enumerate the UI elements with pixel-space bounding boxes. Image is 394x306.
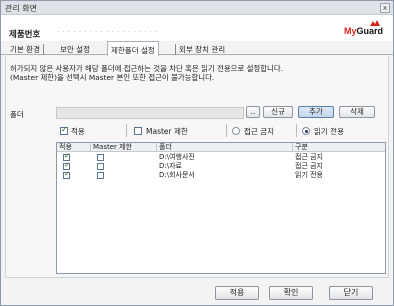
description-line-2: (Master 제한)을 선택시 Master 본인 또한 접근이 불가능합니다…	[10, 73, 215, 82]
ok-button[interactable]: 확인	[269, 286, 313, 300]
browse-button[interactable]: ..	[246, 106, 260, 118]
folder-row: 폴더 .. 신규 추가 삭제	[6, 106, 390, 120]
tab-bar: 기본 환경 보안 설정 제한폴더 설정 외부 장치 관리	[1, 41, 393, 56]
tab-basic-settings[interactable]: 기본 환경	[7, 44, 44, 55]
read-only-label: 읽기 전용	[314, 127, 344, 136]
row-folder-path: D:\여행사진	[159, 153, 195, 161]
delete-button[interactable]: 삭제	[339, 106, 375, 118]
options-row: 적용 Master 제한 접근 금지 읽기 전용	[56, 124, 386, 137]
column-header-folder[interactable]: 폴더	[157, 143, 293, 152]
row-folder-path: D:\자료	[159, 162, 182, 170]
table-row[interactable]: D:\회사문서 읽기 전용	[57, 170, 385, 180]
serial-number-label: 제품번호	[9, 30, 41, 40]
logo-suffix: Guard	[356, 26, 383, 36]
row-master-checkbox[interactable]	[97, 154, 104, 161]
description: 허가되지 않은 사용자가 해당 폴더에 접근하는 것을 차단 혹은 읽기 전용으…	[10, 64, 386, 82]
row-master-checkbox[interactable]	[97, 163, 104, 170]
table-header: 적용 Master 제한 폴더 구분	[57, 143, 385, 152]
new-button[interactable]: 신규	[263, 106, 293, 118]
add-button[interactable]: 추가	[298, 106, 334, 118]
description-line-1: 허가되지 않은 사용자가 해당 폴더에 접근하는 것을 차단 혹은 읽기 전용으…	[10, 64, 283, 73]
row-folder-path: D:\회사문서	[159, 171, 195, 179]
row-restriction-type: 읽기 전용	[295, 171, 323, 179]
window-title: 관리 화면	[5, 4, 37, 13]
apply-checkbox[interactable]	[60, 125, 68, 135]
close-icon[interactable]: x	[380, 3, 390, 13]
column-header-master[interactable]: Master 제한	[91, 143, 157, 152]
option-divider	[126, 124, 127, 137]
restricted-folder-panel: 허가되지 않은 사용자가 해당 폴더에 접근하는 것을 차단 혹은 읽기 전용으…	[5, 56, 389, 278]
option-divider	[226, 124, 227, 137]
master-restrict-checkbox[interactable]	[134, 127, 142, 135]
column-header-apply[interactable]: 적용	[57, 143, 91, 152]
header: 제품번호 · · · · · · · · · · · · · · · · · ·…	[1, 15, 393, 41]
row-apply-checkbox[interactable]	[63, 170, 70, 179]
apply-label: 적용	[71, 127, 85, 136]
master-restrict-label: Master 제한	[146, 127, 188, 136]
apply-button[interactable]: 적용	[215, 286, 259, 300]
tab-security-settings[interactable]: 보안 설정	[57, 44, 93, 55]
settings-window: 관리 화면 x 제품번호 · · · · · · · · · · · · · ·…	[0, 0, 394, 306]
footer: 적용 확인 닫기	[1, 280, 393, 305]
close-button[interactable]: 닫기	[329, 286, 373, 300]
row-restriction-type: 접근 금지	[295, 153, 323, 161]
block-access-label: 접근 금지	[244, 127, 274, 136]
restricted-folder-table: 적용 Master 제한 폴더 구분 D:\여행사진 접근 금지 D:\자료 접…	[56, 142, 386, 274]
row-master-checkbox[interactable]	[97, 172, 104, 179]
folder-path-input[interactable]	[56, 107, 244, 119]
row-apply-checkbox[interactable]	[63, 152, 70, 161]
myguard-logo: MyGuard	[333, 19, 383, 37]
option-divider	[296, 124, 297, 137]
serial-number-value: · · · · · · · · · · · · · · · · · · ·	[57, 28, 158, 36]
table-row[interactable]: D:\여행사진 접근 금지	[57, 152, 385, 162]
table-row[interactable]: D:\자료 접근 금지	[57, 161, 385, 171]
logo-prefix: My	[343, 26, 357, 36]
row-apply-checkbox[interactable]	[63, 161, 70, 170]
tab-restricted-folders[interactable]: 제한폴더 설정	[107, 41, 159, 56]
column-header-type[interactable]: 구분	[293, 143, 385, 152]
tab-external-devices[interactable]: 외부 장치 관리	[175, 44, 228, 55]
row-restriction-type: 접근 금지	[295, 162, 323, 170]
block-access-radio[interactable]	[232, 127, 240, 135]
read-only-radio[interactable]	[302, 127, 310, 135]
logo-text: MyGuard	[344, 26, 383, 36]
folder-label: 폴더	[10, 110, 24, 119]
title-bar: 관리 화면 x	[1, 1, 393, 15]
